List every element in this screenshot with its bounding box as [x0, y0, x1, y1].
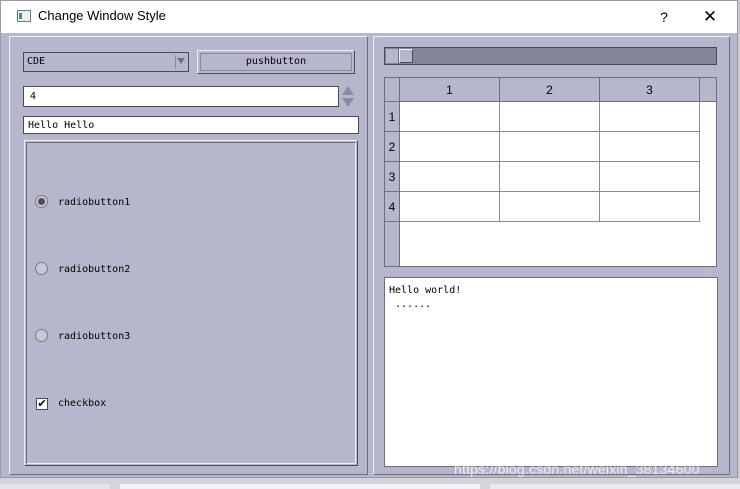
group-box-frame	[26, 142, 356, 464]
background-element	[0, 484, 110, 489]
table-cell[interactable]	[400, 102, 500, 132]
combo-value: CDE	[27, 56, 46, 67]
line-edit-value: Hello Hello	[28, 120, 95, 131]
row-header-3[interactable]: 3	[385, 162, 400, 192]
row-header-4[interactable]: 4	[385, 192, 400, 222]
radio-button-1-label: radiobutton1	[58, 197, 131, 208]
main-window: Change Window Style ? ✕ CDE pushbutton 4…	[0, 0, 738, 478]
option-group-box	[24, 140, 358, 466]
window-title: Change Window Style	[38, 8, 166, 23]
table-cell[interactable]	[500, 102, 600, 132]
column-header-1[interactable]: 1	[400, 78, 500, 102]
table-cell[interactable]	[500, 192, 600, 222]
spin-box-value: 4	[30, 91, 37, 102]
table-cell[interactable]	[500, 132, 600, 162]
text-line-2: ......	[389, 299, 432, 310]
title-bar[interactable]: Change Window Style ? ✕	[1, 1, 737, 33]
background-element	[490, 484, 740, 489]
watermark: https://blog.csdn.net/weixin_38134600	[454, 461, 700, 477]
table-cell[interactable]	[400, 192, 500, 222]
table-cell[interactable]	[400, 132, 500, 162]
window-icon	[17, 10, 31, 22]
row-header-1[interactable]: 1	[385, 102, 400, 132]
text-edit[interactable]: Hello world! ......	[384, 277, 718, 467]
header-filler	[700, 78, 716, 102]
line-edit[interactable]: Hello Hello	[23, 116, 359, 134]
column-header-2[interactable]: 2	[500, 78, 600, 102]
table-cell[interactable]	[500, 162, 600, 192]
radio-button-2-label: radiobutton2	[58, 264, 131, 275]
radio-button-3[interactable]	[35, 329, 48, 342]
column-header-3[interactable]: 3	[600, 78, 700, 102]
table-cell[interactable]	[400, 162, 500, 192]
table-cell[interactable]	[600, 132, 700, 162]
checkbox[interactable]: ✔	[36, 398, 48, 410]
help-button[interactable]: ?	[641, 1, 687, 33]
row-header-filler	[385, 222, 400, 266]
close-button[interactable]: ✕	[687, 1, 733, 33]
row-header-2[interactable]: 2	[385, 132, 400, 162]
spin-up-icon[interactable]	[341, 85, 355, 96]
radio-button-2[interactable]	[35, 262, 48, 275]
table-widget[interactable]: 1 2 3 1 2 3 4	[384, 77, 717, 267]
push-button[interactable]: pushbutton	[197, 50, 355, 74]
table-cell[interactable]	[600, 102, 700, 132]
table-cell[interactable]	[600, 192, 700, 222]
scrollbar-handle[interactable]	[399, 49, 413, 63]
spin-down-icon[interactable]	[341, 97, 355, 108]
radio-button-3-label: radiobutton3	[58, 331, 131, 342]
table-cell[interactable]	[600, 162, 700, 192]
push-button-label: pushbutton	[245, 56, 307, 67]
radio-button-1[interactable]	[35, 195, 48, 208]
text-line-1: Hello world!	[389, 285, 462, 296]
background-element	[120, 484, 480, 489]
scroll-left-icon[interactable]	[386, 49, 399, 63]
spin-box[interactable]: 4	[23, 86, 339, 107]
checkbox-label: checkbox	[58, 398, 107, 409]
style-combo-box[interactable]: CDE	[23, 52, 189, 72]
chevron-down-icon[interactable]	[175, 55, 186, 69]
table-corner[interactable]	[385, 78, 400, 102]
horizontal-scrollbar[interactable]	[384, 47, 717, 65]
